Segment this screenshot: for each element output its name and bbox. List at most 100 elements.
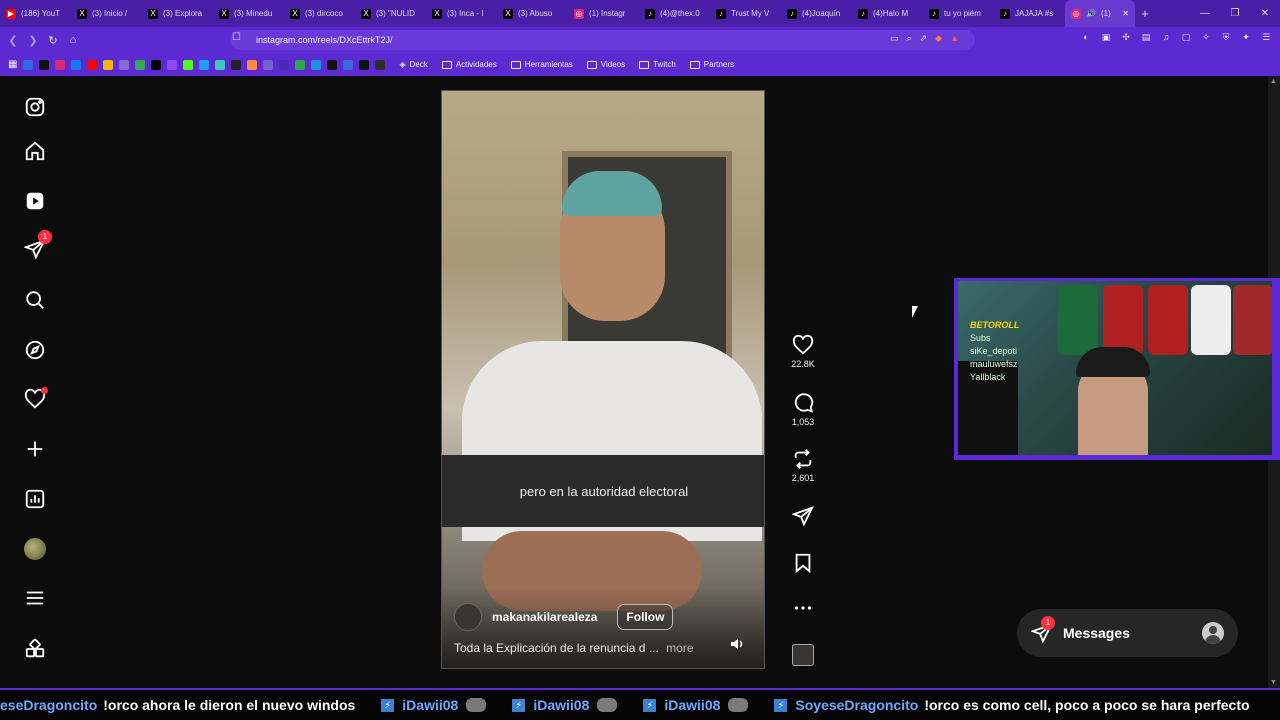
brave-shield-icon[interactable]: ◆: [935, 33, 942, 44]
bookmark-favicon[interactable]: [199, 59, 210, 70]
create-icon[interactable]: [22, 436, 48, 462]
tab[interactable]: ♪ (4)Halo M: [852, 0, 923, 27]
address-bar[interactable]: instagram.com/reels/DXcEttrkT2J/ ▭ ⌕ ⇗ ◆…: [230, 30, 975, 50]
save-action[interactable]: [783, 552, 823, 574]
bookmark-favicon[interactable]: [343, 59, 354, 70]
repost-action[interactable]: 2,601: [783, 448, 823, 483]
more-menu-icon[interactable]: [22, 585, 48, 611]
share-icon[interactable]: ⇗: [920, 33, 928, 44]
bookmark-folder-partners[interactable]: Partners: [689, 60, 734, 69]
scroll-down-icon[interactable]: ▼: [1270, 679, 1277, 686]
tab[interactable]: X (3) dircoco: [284, 0, 355, 27]
reload-button[interactable]: ↻: [43, 34, 63, 47]
explore-icon[interactable]: [22, 337, 48, 363]
extensions-puzzle-icon[interactable]: ✣: [1120, 31, 1132, 43]
reel-description[interactable]: Toda la Explicación de la renuncia d ...…: [454, 641, 694, 655]
bookmark-deck[interactable]: ◈ Deck: [399, 60, 427, 69]
tab[interactable]: X (3) Explora: [142, 0, 213, 27]
bookmark-favicon[interactable]: [263, 59, 274, 70]
bookmark-favicon[interactable]: [119, 59, 130, 70]
search-icon[interactable]: [22, 287, 48, 313]
bookmark-folder-twitch[interactable]: Twitch: [639, 60, 676, 69]
more-link[interactable]: more: [666, 641, 693, 655]
like-action[interactable]: 22.8K: [783, 334, 823, 369]
tab[interactable]: ♪ tu yo piém: [923, 0, 994, 27]
bookmark-favicon[interactable]: [375, 59, 386, 70]
tab[interactable]: X (3) Minedu: [213, 0, 284, 27]
share-action[interactable]: [783, 505, 823, 527]
tab[interactable]: ◎ (1) Instagr: [568, 0, 639, 27]
home-button[interactable]: ⌂: [63, 34, 83, 46]
bookmark-favicon[interactable]: [135, 59, 146, 70]
menu-icon[interactable]: ☰: [1260, 31, 1272, 43]
instagram-logo-icon[interactable]: [22, 94, 48, 120]
wallet-icon[interactable]: ▢: [1180, 31, 1192, 43]
extension-icon[interactable]: ✧: [1200, 31, 1212, 43]
bookmark-favicon[interactable]: [247, 59, 258, 70]
also-from-meta-icon[interactable]: [22, 636, 48, 662]
bookmark-favicon[interactable]: [231, 59, 242, 70]
bookmark-icon[interactable]: ☐: [232, 32, 241, 43]
zoom-icon[interactable]: ⌕: [907, 33, 912, 44]
home-icon[interactable]: [22, 138, 48, 164]
profile-avatar[interactable]: [22, 536, 48, 562]
back-button[interactable]: ❮: [3, 34, 23, 47]
direct-messages-icon[interactable]: 1: [22, 230, 52, 262]
tab[interactable]: ♪ (4)Joaquín: [781, 0, 852, 27]
tab[interactable]: X (3) Inicio /: [71, 0, 142, 27]
bookmark-favicon[interactable]: [327, 59, 338, 70]
bookmark-favicon[interactable]: [151, 59, 162, 70]
bookmark-favicon[interactable]: [71, 59, 82, 70]
bookmark-folder-herramientas[interactable]: Herramientas: [510, 60, 573, 69]
volume-icon[interactable]: [730, 637, 746, 651]
bookmark-folder-actividades[interactable]: Actividades: [441, 60, 497, 69]
bookmark-favicon[interactable]: [23, 59, 34, 70]
audio-thumbnail[interactable]: [783, 644, 823, 666]
cast-icon[interactable]: ▭: [890, 33, 899, 44]
author-avatar[interactable]: [454, 603, 482, 631]
tab[interactable]: X (3) "NULID: [355, 0, 426, 27]
extension-icon[interactable]: ▣: [1100, 31, 1112, 43]
vpn-icon[interactable]: ⛨: [1220, 31, 1232, 43]
extension-icon[interactable]: ◐: [1080, 31, 1092, 43]
reels-icon[interactable]: [22, 188, 48, 214]
tab[interactable]: ♪ JAJAJA #s: [994, 0, 1065, 27]
comment-action[interactable]: 1,053: [783, 392, 823, 427]
close-window-button[interactable]: ✕: [1250, 8, 1280, 19]
tab[interactable]: ▶ (186) YouT: [0, 0, 71, 27]
apps-grid-icon[interactable]: ▦: [8, 59, 17, 70]
bookmark-favicon[interactable]: [183, 59, 194, 70]
more-options[interactable]: [783, 597, 823, 619]
bookmark-favicon[interactable]: [39, 59, 50, 70]
follow-button[interactable]: Follow: [617, 604, 674, 630]
bookmark-favicon[interactable]: [215, 59, 226, 70]
notifications-icon[interactable]: [22, 386, 48, 412]
restore-button[interactable]: ❐: [1220, 8, 1250, 19]
bookmark-favicon[interactable]: [87, 59, 98, 70]
author-username[interactable]: makanakilarealeza: [492, 610, 597, 624]
scroll-up-icon[interactable]: ▲: [1270, 78, 1277, 85]
dashboard-icon[interactable]: [22, 486, 48, 512]
tab[interactable]: ♪ Trust My V: [710, 0, 781, 27]
tab[interactable]: X (3) Abuso: [497, 0, 568, 27]
music-icon[interactable]: ♫: [1160, 31, 1172, 43]
extension-icon[interactable]: ✦: [1240, 31, 1252, 43]
bookmark-favicon[interactable]: [103, 59, 114, 70]
close-tab-icon[interactable]: ✕: [1122, 9, 1129, 18]
tab-active[interactable]: ◎ 🔊 (1) ✕: [1065, 0, 1135, 27]
tab[interactable]: ♪ (4)@thex.0: [639, 0, 710, 27]
bookmark-favicon[interactable]: [279, 59, 290, 70]
reel-video[interactable]: pero en la autoridad electoral makanakil…: [441, 90, 765, 669]
bookmark-favicon[interactable]: [359, 59, 370, 70]
bookmark-favicon[interactable]: [55, 59, 66, 70]
new-tab-button[interactable]: +: [1135, 6, 1155, 21]
forward-button[interactable]: ❯: [23, 34, 43, 47]
tab[interactable]: X (3) Inca - I: [426, 0, 497, 27]
brave-rewards-icon[interactable]: ▲: [950, 33, 959, 44]
bookmark-favicon[interactable]: [295, 59, 306, 70]
bookmark-folder-videos[interactable]: Videos: [586, 60, 625, 69]
sidebar-toggle-icon[interactable]: ▤: [1140, 31, 1152, 43]
bookmark-favicon[interactable]: [311, 59, 322, 70]
bookmark-favicon[interactable]: [167, 59, 178, 70]
minimize-button[interactable]: —: [1190, 8, 1220, 19]
